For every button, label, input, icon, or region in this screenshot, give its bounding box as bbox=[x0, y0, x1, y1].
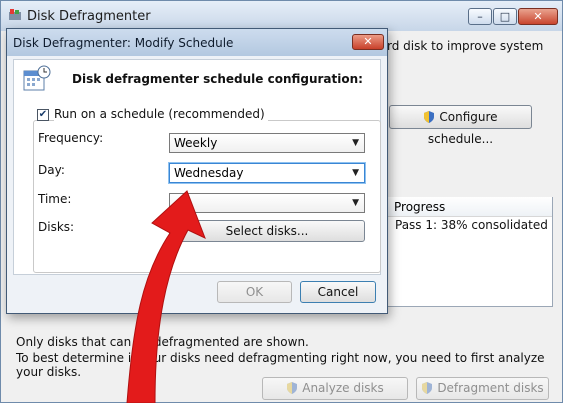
analyze-disks-label: Analyze disks bbox=[302, 381, 384, 395]
defragment-disks-button[interactable]: Defragment disks bbox=[416, 377, 549, 400]
shield-icon bbox=[424, 111, 435, 123]
red-annotation-arrow-icon bbox=[126, 190, 206, 403]
main-window-title: Disk Defragmenter bbox=[27, 9, 151, 24]
main-title-bar[interactable]: Disk Defragmenter – □ ✕ bbox=[1, 1, 562, 31]
dropdown-arrow-icon: ▼ bbox=[352, 168, 359, 178]
frequency-value: Weekly bbox=[174, 136, 218, 150]
disk-defragmenter-app-icon bbox=[9, 9, 21, 20]
analyze-disks-button[interactable]: Analyze disks bbox=[262, 377, 408, 400]
configure-schedule-label: Configure schedule... bbox=[427, 110, 498, 146]
footer-note-line2: To best determine if your disks need def… bbox=[16, 351, 545, 379]
minimize-button[interactable]: – bbox=[468, 8, 492, 25]
dropdown-arrow-icon: ▼ bbox=[352, 138, 359, 148]
description-text: rd disk to improve system bbox=[387, 39, 544, 53]
time-label: Time: bbox=[38, 192, 72, 206]
cancel-button[interactable]: Cancel bbox=[300, 281, 376, 303]
shield-icon bbox=[287, 382, 298, 394]
day-label: Day: bbox=[38, 163, 65, 177]
frequency-dropdown[interactable]: Weekly ▼ bbox=[169, 133, 365, 153]
calendar-clock-icon bbox=[23, 65, 51, 91]
progress-column-header[interactable]: Progress bbox=[387, 197, 552, 217]
configure-schedule-button[interactable]: Configure schedule... bbox=[389, 105, 532, 146]
defragment-disks-label: Defragment disks bbox=[437, 381, 544, 395]
schedule-configuration-heading: Disk defragmenter schedule configuration… bbox=[72, 72, 363, 86]
dialog-close-button[interactable]: ✕ bbox=[352, 34, 384, 50]
dialog-title: Disk Defragmenter: Modify Schedule bbox=[13, 36, 234, 50]
progress-cell: Pass 1: 38% consolidated bbox=[395, 218, 548, 232]
maximize-button[interactable]: □ bbox=[493, 8, 517, 25]
disks-label: Disks: bbox=[38, 220, 75, 234]
frequency-label: Frequency: bbox=[38, 131, 104, 145]
shield-icon bbox=[422, 382, 433, 394]
dialog-title-bar[interactable]: Disk Defragmenter: Modify Schedule ✕ bbox=[7, 29, 387, 56]
close-button[interactable]: ✕ bbox=[518, 8, 558, 25]
run-on-schedule-checkbox[interactable]: ✔ bbox=[37, 109, 49, 121]
dropdown-arrow-icon: ▼ bbox=[352, 198, 359, 208]
run-on-schedule-label[interactable]: Run on a schedule (recommended) bbox=[54, 107, 268, 121]
